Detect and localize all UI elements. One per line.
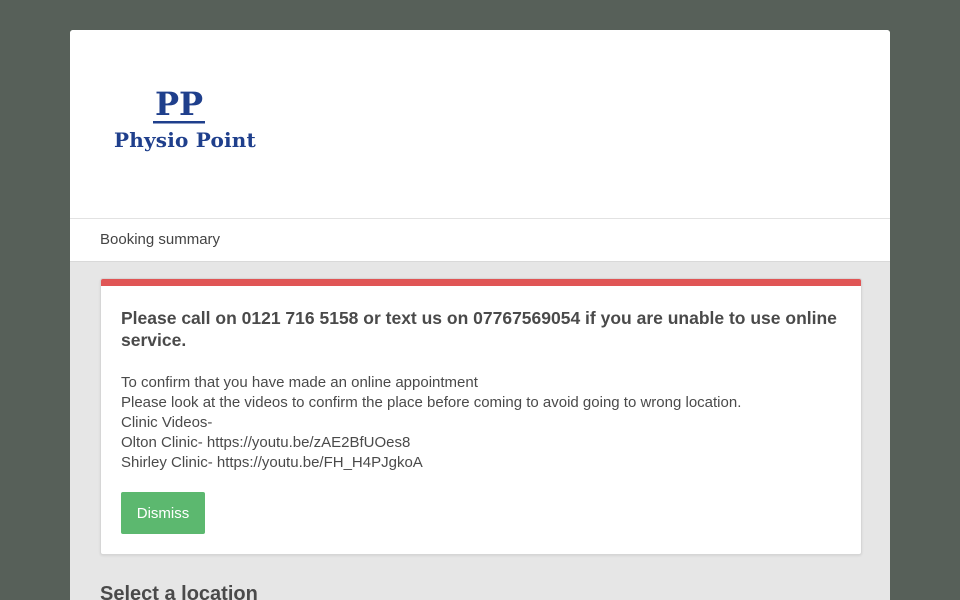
alert-line: Shirley Clinic- https://youtu.be/FH_H4PJ… bbox=[121, 454, 423, 471]
alert-line: Please look at the videos to confirm the… bbox=[121, 394, 742, 411]
booking-summary-link[interactable]: Booking summary bbox=[100, 231, 220, 248]
alert-line: Clinic Videos- bbox=[121, 414, 213, 431]
alert-line: Olton Clinic- https://youtu.be/zAE2BfUOe… bbox=[121, 434, 411, 451]
dismiss-button[interactable]: Dismiss bbox=[121, 492, 205, 534]
logo-initials: PP bbox=[155, 88, 203, 123]
notice-alert: Please call on 0121 716 5158 or text us … bbox=[100, 278, 862, 555]
alert-body: To confirm that you have made an online … bbox=[121, 373, 841, 473]
booking-card: PP Physio Point Booking summary Please c… bbox=[70, 30, 890, 600]
alert-title: Please call on 0121 716 5158 or text us … bbox=[121, 308, 837, 350]
pp-logo-icon: PP bbox=[153, 88, 205, 124]
select-location-heading: Select a location bbox=[100, 583, 258, 600]
header: PP Physio Point bbox=[70, 30, 890, 219]
logo-text: Physio Point bbox=[114, 128, 256, 152]
breadcrumb-bar: Booking summary bbox=[70, 219, 890, 262]
alert-accent-bar bbox=[101, 279, 861, 286]
physio-point-logo: PP Physio Point bbox=[114, 88, 256, 158]
alert-line: To confirm that you have made an online … bbox=[121, 374, 478, 391]
